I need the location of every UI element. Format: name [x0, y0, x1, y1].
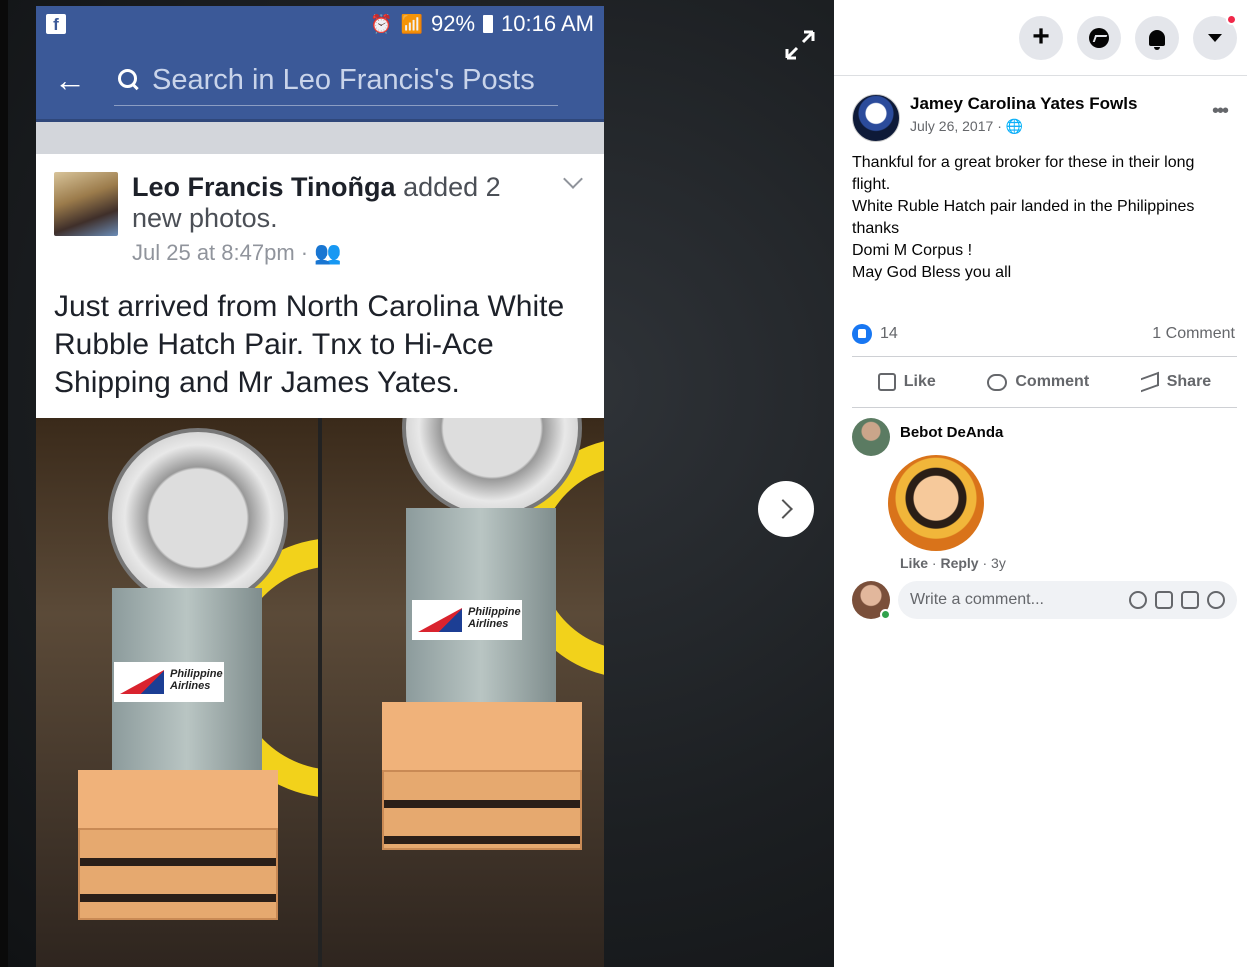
comment-reply-link[interactable]: Reply: [940, 555, 978, 571]
messenger-icon: [1089, 27, 1109, 48]
photo-grid: Philippine Airlines Philippine Airlines: [36, 418, 604, 967]
notification-dot: [1226, 13, 1237, 25]
screen: f ⏰ 📶 92% 10:16 AM ← Search in Leo Franc…: [0, 0, 1247, 967]
comment-age[interactable]: 3y: [991, 555, 1006, 571]
expand-icon[interactable]: [783, 28, 817, 62]
wifi-icon: 📶: [400, 13, 423, 34]
comment-icon: [987, 373, 1008, 391]
like-reaction-icon: [852, 324, 872, 344]
globe-icon: · 🌐: [997, 118, 1024, 134]
post-author[interactable]: Leo Francis Tinoñga: [132, 172, 396, 202]
crate: [382, 770, 582, 850]
chevron-right-icon: [773, 499, 793, 519]
cargo-photo-1[interactable]: Philippine Airlines: [36, 418, 318, 967]
cargo-photo-2[interactable]: Philippine Airlines: [322, 418, 604, 967]
page-avatar[interactable]: [852, 94, 900, 142]
share-label: Share: [1166, 373, 1212, 390]
online-indicator: [880, 609, 891, 620]
post-timestamp[interactable]: Jul 25 at 8:47pm: [132, 240, 295, 265]
camera-icon[interactable]: [1155, 591, 1173, 609]
phone-status-bar: f ⏰ 📶 92% 10:16 AM: [36, 6, 604, 42]
post-date[interactable]: July 26, 2017: [910, 118, 993, 134]
like-button[interactable]: Like: [877, 373, 936, 391]
battery-icon: [483, 15, 494, 33]
post-body: Just arrived from North Carolina White R…: [54, 290, 565, 399]
comment-placeholder: Write a comment...: [910, 591, 1044, 608]
crate: [78, 828, 278, 920]
my-avatar: [852, 581, 891, 620]
crate-top: [78, 770, 278, 830]
facebook-post: Jamey Carolina Yates Fowls July 26, 2017…: [834, 76, 1247, 620]
share-button[interactable]: Share: [1140, 371, 1212, 393]
phone-search-input[interactable]: Search in Leo Francis's Posts: [114, 56, 558, 106]
messenger-button[interactable]: [1077, 15, 1121, 60]
comment-like-link[interactable]: Like: [900, 555, 928, 571]
phone-post: Leo Francis Tinoñga added 2 new photos. …: [36, 154, 604, 418]
reactions-row: 14 1 Comment: [852, 322, 1237, 346]
scale-dial: [108, 428, 288, 608]
crate-top: [382, 702, 582, 772]
gif-icon[interactable]: [1181, 591, 1199, 609]
comment-sticker: [888, 455, 984, 551]
page-name[interactable]: Jamey Carolina Yates Fowls: [910, 94, 1137, 114]
account-menu-button[interactable]: [1193, 13, 1237, 60]
emoji-icon[interactable]: [1129, 591, 1147, 609]
next-photo-button[interactable]: [758, 481, 814, 537]
plus-icon: +: [1032, 19, 1050, 53]
comment-label: Comment: [1015, 373, 1090, 390]
bell-icon: [1149, 29, 1165, 50]
divider-band: [36, 122, 604, 154]
phone-screenshot: f ⏰ 📶 92% 10:16 AM ← Search in Leo Franc…: [36, 6, 604, 967]
facebook-app-icon: f: [46, 14, 66, 34]
notifications-button[interactable]: [1135, 15, 1179, 60]
post-sidebar: + Jamey Carolina Yates Fowls July 26, 20…: [834, 0, 1247, 967]
post-actions: Like Comment Share: [852, 356, 1237, 408]
back-arrow-icon[interactable]: ←: [54, 62, 114, 99]
photo-viewer: f ⏰ 📶 92% 10:16 AM ← Search in Leo Franc…: [0, 0, 834, 967]
top-nav: +: [834, 0, 1247, 76]
search-placeholder: Search in Leo Francis's Posts: [152, 63, 535, 96]
write-comment-row: Write a comment...: [852, 581, 1237, 620]
comment: Bebot DeAnda Like · Reply · 3y: [852, 418, 1237, 571]
like-label: Like: [903, 373, 936, 390]
friends-audience-icon: · 👥: [300, 240, 342, 265]
sticker-icon[interactable]: [1207, 591, 1225, 609]
phone-search-bar: ← Search in Leo Francis's Posts: [36, 42, 604, 122]
caret-down-icon: [1208, 33, 1222, 42]
post-text: Thankful for a great broker for these in…: [852, 154, 1195, 281]
airline-sticker: Philippine Airlines: [114, 662, 224, 702]
comment-button[interactable]: Comment: [987, 373, 1089, 391]
commenter-avatar[interactable]: [852, 418, 890, 456]
author-avatar[interactable]: [54, 172, 118, 236]
airline-sticker: Philippine Airlines: [412, 600, 522, 640]
more-options-icon[interactable]: •••: [1212, 100, 1229, 123]
commenter-name[interactable]: Bebot DeAnda: [900, 424, 1006, 441]
comment-input[interactable]: Write a comment...: [898, 581, 1237, 619]
battery-percent: 92%: [431, 11, 476, 36]
status-time: 10:16 AM: [501, 11, 594, 36]
comment-count[interactable]: 1 Comment: [1152, 325, 1235, 343]
alarm-icon: ⏰: [370, 13, 393, 34]
reaction-count[interactable]: 14: [880, 325, 898, 343]
create-button[interactable]: +: [1019, 15, 1063, 60]
thumbs-up-icon: [877, 373, 896, 391]
viewer-edge: [0, 0, 8, 967]
share-icon: [1140, 371, 1159, 393]
search-icon: [118, 69, 140, 91]
